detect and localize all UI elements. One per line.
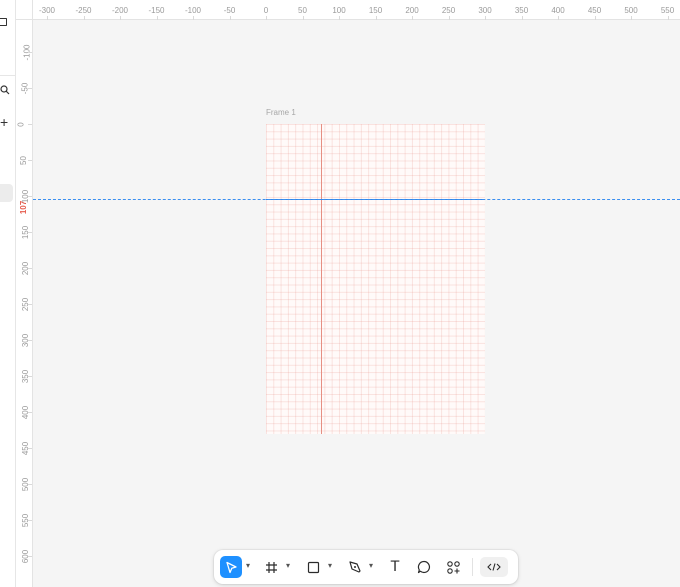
components-icon — [446, 560, 460, 574]
square-icon — [307, 561, 319, 573]
ruler-top-label: 500 — [624, 6, 638, 15]
code-icon — [487, 563, 501, 571]
ruler-top-tick — [302, 16, 304, 20]
ruler-top-label: 150 — [368, 6, 383, 15]
cursor-icon — [225, 561, 237, 573]
ruler-top-tick — [47, 16, 48, 20]
ruler-left-tick — [28, 448, 32, 449]
ruler-top-tick — [412, 16, 413, 20]
ruler-left-tick — [28, 196, 32, 197]
search-icon[interactable] — [0, 85, 10, 97]
toolbar-divider — [472, 558, 473, 576]
ruler-left-tick — [28, 520, 32, 521]
ruler-left-tick — [28, 484, 32, 485]
left-panel: + — [0, 0, 16, 587]
ruler-left-tick — [28, 232, 32, 233]
text-tool-button[interactable]: T — [384, 556, 406, 578]
ruler-left-label: 0 — [16, 122, 26, 127]
panel-toggle-icon[interactable] — [0, 18, 7, 26]
ruler-left-tick — [28, 304, 32, 305]
ruler-top-tick — [558, 16, 559, 20]
frame-tool-button[interactable] — [260, 556, 282, 578]
ruler-top-label: -250 — [75, 6, 92, 15]
ruler-top-tick — [667, 16, 669, 20]
ruler-left-tick — [28, 52, 32, 53]
add-icon[interactable]: + — [0, 115, 10, 129]
ruler-top-label: -200 — [111, 6, 129, 15]
ruler-top-tick — [485, 16, 486, 20]
ruler-top-label: 200 — [405, 6, 419, 15]
ruler-top-label: -300 — [38, 6, 56, 15]
dev-mode-toggle[interactable] — [480, 557, 508, 577]
top-ruler[interactable]: -300 -250 -200 -150 -100 -50 0 50 100 150 200 250 30… — [33, 0, 680, 20]
ruler-top-tick — [339, 16, 340, 20]
ruler-top-label: 350 — [514, 6, 529, 15]
ruler-top-tick — [266, 16, 267, 20]
panel-field[interactable] — [0, 184, 13, 202]
pen-tool-caret-icon[interactable]: ▾ — [369, 561, 373, 570]
ruler-top-label: 50 — [298, 6, 307, 15]
ruler-left-tick — [28, 268, 32, 269]
left-ruler[interactable]: 107 -100 -50 0 50 100 150 200 250 300 350 400 450 50… — [16, 20, 33, 587]
ruler-left-label: 50 — [18, 156, 28, 165]
hash-icon — [265, 561, 277, 573]
ruler-top-label: -100 — [184, 6, 202, 15]
ruler-top-label: -150 — [148, 6, 165, 15]
panel-divider — [0, 75, 16, 76]
ruler-left-tick — [28, 376, 32, 377]
move-tool-caret-icon[interactable]: ▾ — [246, 561, 250, 570]
ruler-top-tick — [193, 16, 194, 20]
shape-tool-caret-icon[interactable]: ▾ — [328, 561, 332, 570]
ruler-top-tick — [448, 16, 450, 20]
frame-label[interactable]: Frame 1 — [266, 108, 296, 117]
bottom-toolbar: ▾ ▾ ▾ ▾ T — [214, 550, 518, 584]
text-icon: T — [390, 559, 400, 575]
canvas-horizontal-guide[interactable] — [33, 199, 680, 200]
move-tool-button[interactable] — [220, 556, 242, 578]
ruler-top-tick — [631, 16, 632, 20]
pen-icon — [349, 561, 361, 573]
frame[interactable] — [266, 124, 485, 434]
resources-tool-button[interactable] — [442, 556, 464, 578]
shape-tool-button[interactable] — [302, 556, 324, 578]
ruler-top-label: 300 — [478, 6, 492, 15]
ruler-top-label: 400 — [551, 6, 565, 15]
ruler-top-tick — [521, 16, 523, 20]
pen-tool-button[interactable] — [344, 556, 366, 578]
comment-icon — [417, 560, 430, 574]
comment-tool-button[interactable] — [413, 556, 435, 578]
ruler-left-tick — [28, 88, 32, 89]
ruler-top-label: 450 — [587, 6, 602, 15]
ruler-top-label: -50 — [223, 6, 236, 15]
ruler-top-tick — [156, 16, 158, 20]
ruler-top-label: 550 — [660, 6, 675, 15]
frame-tool-caret-icon[interactable]: ▾ — [286, 561, 290, 570]
ruler-left-tick — [28, 160, 32, 161]
ruler-top-label: 250 — [441, 6, 456, 15]
ruler-top-label: 100 — [332, 6, 346, 15]
ruler-left-tick — [28, 556, 32, 557]
frame-vertical-guide[interactable] — [321, 124, 322, 434]
ruler-left-tick — [28, 340, 32, 341]
ruler-top-label: 0 — [263, 6, 269, 15]
ruler-top-tick — [83, 16, 85, 20]
design-editor: + -300 -250 -200 -150 -100 -50 0 50 100 150 200 250… — [0, 0, 680, 587]
ruler-top-tick — [594, 16, 596, 20]
ruler-top-tick — [120, 16, 121, 20]
ruler-left-tick — [28, 124, 32, 125]
ruler-left-tick — [28, 412, 32, 413]
ruler-top-tick — [229, 16, 231, 20]
ruler-top-tick — [375, 16, 377, 20]
ruler-corner — [16, 0, 33, 20]
